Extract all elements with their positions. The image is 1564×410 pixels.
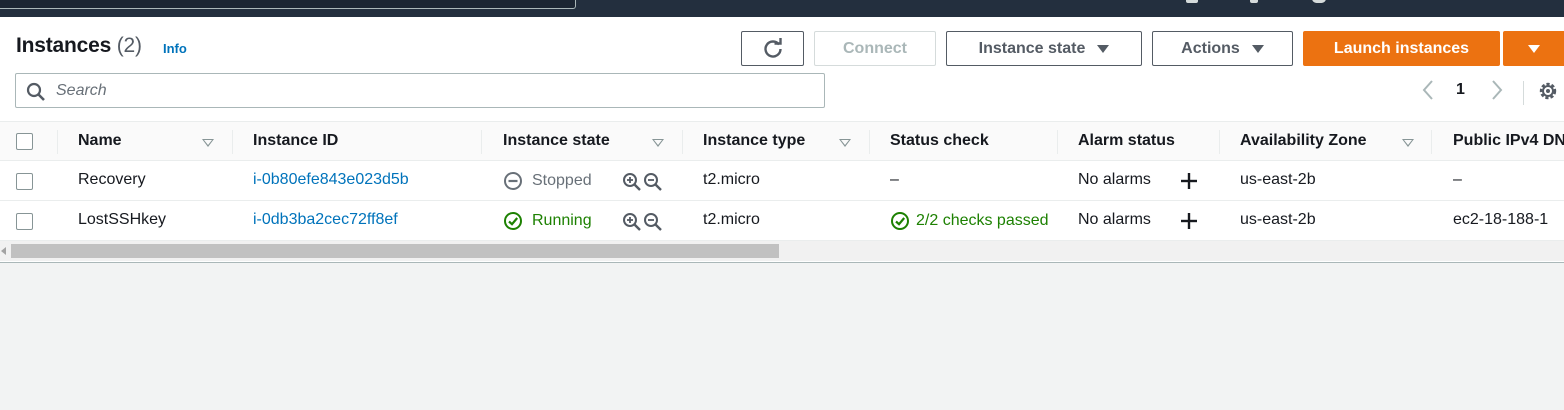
row-checkbox[interactable] bbox=[16, 173, 33, 190]
actions-dropdown[interactable]: Actions bbox=[1152, 31, 1293, 66]
column-divider[interactable] bbox=[1219, 130, 1220, 154]
instance-state-label: Instance state bbox=[978, 39, 1086, 57]
column-divider[interactable] bbox=[481, 130, 482, 154]
info-link[interactable]: Info bbox=[163, 41, 187, 56]
column-header-status-check[interactable]: Status check bbox=[890, 132, 989, 150]
help-icon[interactable] bbox=[1312, 0, 1326, 3]
availability-zone: us-east-2b bbox=[1240, 211, 1316, 228]
caret-down-icon bbox=[1527, 44, 1540, 53]
zoom-in-icon[interactable] bbox=[622, 172, 642, 192]
add-alarm-button[interactable] bbox=[1179, 171, 1199, 191]
sort-icon[interactable] bbox=[1402, 139, 1414, 147]
chevron-right-icon bbox=[1492, 80, 1503, 100]
state-zoom-controls bbox=[622, 172, 663, 192]
launch-instances-label: Launch instances bbox=[1333, 39, 1470, 57]
current-page[interactable]: 1 bbox=[1456, 81, 1465, 99]
instance-id-link[interactable]: i-0b80efe843e023d5b bbox=[253, 171, 409, 189]
public-ipv4-dns: ec2-18-188-1 bbox=[1453, 211, 1549, 228]
launch-instances-button[interactable]: Launch instances bbox=[1303, 31, 1500, 66]
instance-id-link[interactable]: i-0db3ba2cec72ff8ef bbox=[253, 211, 398, 229]
row-checkbox[interactable] bbox=[16, 213, 33, 230]
connect-button[interactable]: Connect bbox=[814, 31, 936, 66]
column-divider[interactable] bbox=[869, 130, 870, 154]
search-field[interactable] bbox=[15, 73, 825, 108]
availability-zone: us-east-2b bbox=[1240, 171, 1316, 188]
column-divider[interactable] bbox=[1057, 130, 1058, 154]
instance-state-label: Running bbox=[532, 212, 592, 229]
instance-state-label: Stopped bbox=[532, 172, 592, 189]
column-header-public-ipv4-dns[interactable]: Public IPv4 DN bbox=[1453, 132, 1564, 150]
public-ipv4-dns: – bbox=[1453, 171, 1462, 188]
page-title: Instances (2) bbox=[16, 34, 142, 58]
caret-down-icon bbox=[1097, 44, 1110, 53]
sort-icon[interactable] bbox=[839, 139, 851, 147]
table-row[interactable]: Recovery i-0b80efe843e023d5b Stopped t2.… bbox=[0, 161, 1564, 201]
instance-state: Running bbox=[503, 211, 592, 231]
sort-icon[interactable] bbox=[202, 139, 214, 147]
success-check-icon bbox=[504, 212, 522, 230]
status-check: – bbox=[890, 171, 899, 188]
cloudshell-icon[interactable] bbox=[1186, 0, 1198, 3]
scrollbar-thumb[interactable] bbox=[11, 244, 779, 258]
actions-label: Actions bbox=[1181, 39, 1240, 57]
column-divider[interactable] bbox=[1431, 130, 1432, 154]
column-header-name[interactable]: Name bbox=[78, 132, 122, 150]
column-header-alarm-status[interactable]: Alarm status bbox=[1078, 132, 1175, 150]
sort-icon[interactable] bbox=[652, 139, 664, 147]
column-header-instance-state[interactable]: Instance state bbox=[503, 132, 610, 150]
page-title-text: Instances bbox=[16, 34, 112, 57]
refresh-button[interactable] bbox=[741, 31, 804, 66]
instance-type: t2.micro bbox=[703, 211, 760, 228]
instance-count: (2) bbox=[116, 34, 142, 57]
search-input[interactable] bbox=[56, 80, 796, 102]
status-check-label: 2/2 checks passed bbox=[916, 212, 1049, 229]
column-header-instance-id[interactable]: Instance ID bbox=[253, 132, 338, 150]
table-header: Name Instance ID Instance state Instance… bbox=[0, 121, 1564, 161]
launch-options-dropdown[interactable] bbox=[1503, 31, 1564, 66]
caret-down-icon bbox=[1251, 44, 1264, 53]
connect-label: Connect bbox=[843, 39, 907, 57]
zoom-out-icon[interactable] bbox=[643, 212, 663, 232]
column-header-instance-type[interactable]: Instance type bbox=[703, 132, 805, 150]
instance-name: Recovery bbox=[78, 171, 146, 188]
add-alarm-button[interactable] bbox=[1179, 211, 1199, 231]
column-header-availability-zone[interactable]: Availability Zone bbox=[1240, 132, 1367, 150]
plus-icon bbox=[1181, 173, 1197, 189]
stopped-icon bbox=[504, 172, 522, 190]
alarm-status: No alarms bbox=[1078, 211, 1151, 228]
global-search-box[interactable] bbox=[0, 0, 576, 9]
top-nav-bar bbox=[0, 0, 1564, 17]
instance-state: Stopped bbox=[503, 171, 592, 191]
horizontal-scrollbar[interactable] bbox=[0, 241, 1564, 261]
zoom-in-icon[interactable] bbox=[622, 212, 642, 232]
select-all-checkbox[interactable] bbox=[16, 133, 33, 150]
refresh-icon bbox=[763, 37, 782, 58]
prev-page-button[interactable] bbox=[1421, 79, 1435, 101]
next-page-button[interactable] bbox=[1490, 79, 1504, 101]
zoom-out-icon[interactable] bbox=[643, 172, 663, 192]
column-divider bbox=[57, 130, 58, 154]
search-icon bbox=[26, 82, 45, 101]
column-divider[interactable] bbox=[232, 130, 233, 154]
notifications-icon[interactable] bbox=[1250, 0, 1258, 3]
preferences-button[interactable] bbox=[1537, 80, 1559, 102]
success-check-icon bbox=[891, 212, 909, 230]
instance-type: t2.micro bbox=[703, 171, 760, 188]
state-zoom-controls bbox=[622, 212, 663, 232]
chevron-left-icon bbox=[1422, 80, 1433, 100]
pager-divider bbox=[1523, 81, 1524, 105]
instance-name: LostSSHkey bbox=[78, 211, 167, 228]
instances-panel: Instances (2) Info Connect Instance stat… bbox=[0, 17, 1564, 263]
column-divider[interactable] bbox=[682, 130, 683, 154]
scroll-left-icon[interactable] bbox=[1, 247, 6, 255]
instance-state-dropdown[interactable]: Instance state bbox=[946, 31, 1142, 66]
plus-icon bbox=[1181, 213, 1197, 229]
status-check: 2/2 checks passed bbox=[890, 211, 1057, 231]
alarm-status: No alarms bbox=[1078, 171, 1151, 188]
table-row[interactable]: LostSSHkey i-0db3ba2cec72ff8ef Running t… bbox=[0, 201, 1564, 241]
gear-icon bbox=[1539, 82, 1557, 100]
